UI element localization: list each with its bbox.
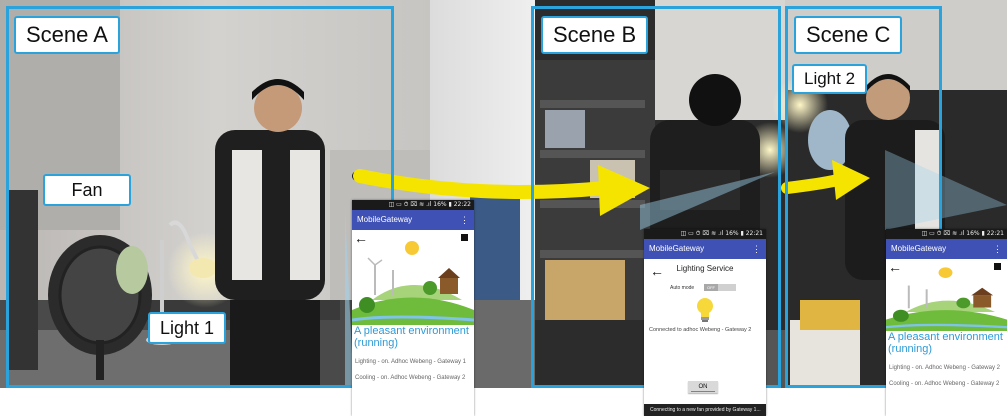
scene-c-label: Scene C bbox=[794, 16, 903, 54]
light-bulb-icon bbox=[697, 298, 713, 322]
connected-status: Connected to adhoc Webeng - Gateway 2 bbox=[649, 327, 752, 333]
more-vertical-icon[interactable]: ⋮ bbox=[752, 239, 761, 259]
status-heading: A pleasant environment (running) bbox=[354, 325, 469, 349]
scene-b-label: Scene B bbox=[541, 16, 649, 54]
app-title: MobileGateway bbox=[357, 215, 413, 224]
auto-mode-row: Auto mode OFF bbox=[644, 283, 766, 297]
status-heading: A pleasant environment (running) bbox=[888, 331, 1003, 355]
phone-screen-a: ◫ ▭ ⏱ ⌧ ≋ .ıl 16% ▮ 22:22 MobileGateway … bbox=[352, 200, 474, 416]
stop-icon[interactable] bbox=[461, 234, 468, 241]
more-vertical-icon[interactable]: ⋮ bbox=[460, 210, 469, 230]
app-title: MobileGateway bbox=[891, 244, 947, 253]
app-title: MobileGateway bbox=[649, 244, 705, 253]
lighting-status: Lighting - on. Adhoc Webeng - Gateway 2 bbox=[889, 365, 1000, 371]
phone-screen-b: ◫ ▭ ⏱ ⌧ ≋ .ıl 16% ▮ 22:21 MobileGateway … bbox=[644, 229, 766, 416]
cooling-status: Cooling - on. Adhoc Webeng - Gateway 2 bbox=[889, 381, 1000, 387]
status-bar: ◫ ▭ ⏱ ⌧ ≋ .ıl 16% ▮ 22:21 bbox=[886, 229, 1007, 239]
back-arrow-icon[interactable]: ← bbox=[650, 264, 664, 278]
cooling-status: Cooling - on. Adhoc Webeng - Gateway 2 bbox=[355, 375, 466, 381]
auto-mode-value: OFF bbox=[704, 284, 718, 291]
fan-label: Fan bbox=[43, 174, 131, 206]
stop-icon[interactable] bbox=[994, 263, 1001, 270]
environment-illustration bbox=[352, 230, 474, 325]
app-bar: MobileGateway ⋮ bbox=[352, 210, 474, 230]
back-arrow-icon[interactable]: ← bbox=[354, 231, 368, 245]
status-bar: ◫ ▭ ⏱ ⌧ ≋ .ıl 16% ▮ 22:22 bbox=[352, 200, 474, 210]
auto-mode-label: Auto mode bbox=[670, 285, 695, 291]
scene-a-label: Scene A bbox=[14, 16, 120, 54]
connection-toast: Connecting to a new fan provided by Gate… bbox=[644, 404, 766, 416]
status-bar: ◫ ▭ ⏱ ⌧ ≋ .ıl 16% ▮ 22:21 bbox=[644, 229, 766, 239]
environment-illustration bbox=[886, 259, 1007, 331]
lighting-status: Lighting - on. Adhoc Webeng - Gateway 1 bbox=[355, 359, 466, 365]
more-vertical-icon[interactable]: ⋮ bbox=[993, 239, 1002, 259]
back-arrow-icon[interactable]: ← bbox=[888, 260, 902, 274]
light-2-label: Light 2 bbox=[792, 64, 868, 94]
app-bar: MobileGateway ⋮ bbox=[644, 239, 766, 259]
light-1-label: Light 1 bbox=[148, 312, 227, 344]
on-button[interactable]: ON bbox=[688, 381, 718, 393]
phone-screen-c: ◫ ▭ ⏱ ⌧ ≋ .ıl 16% ▮ 22:21 MobileGateway … bbox=[886, 229, 1007, 416]
app-bar: MobileGateway ⋮ bbox=[886, 239, 1007, 259]
auto-mode-toggle[interactable]: OFF bbox=[704, 284, 736, 291]
